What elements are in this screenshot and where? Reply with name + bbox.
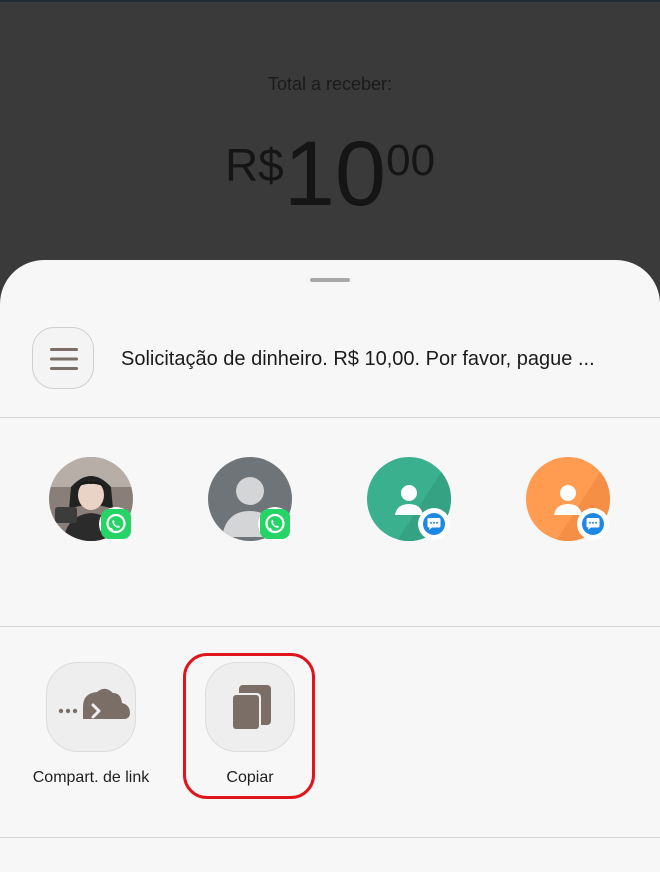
share-sheet: Solicitação de dinheiro. R$ 10,00. Por f… (0, 260, 660, 872)
amount-currency: R$ (224, 139, 284, 191)
divider (0, 626, 660, 627)
text-lines-icon (50, 348, 78, 370)
cloud-link-icon (58, 688, 130, 719)
whatsapp-icon (258, 507, 292, 541)
divider (0, 837, 660, 838)
message-preview-text: Solicitação de dinheiro. R$ 10,00. Por f… (121, 348, 595, 370)
messages-icon (418, 508, 450, 540)
link-share-button[interactable]: Compart. de link (31, 662, 151, 787)
message-preview-icon (32, 327, 94, 389)
contact-2[interactable] (208, 457, 292, 541)
total-amount: R$1000 (0, 128, 660, 220)
contact-1[interactable] (49, 457, 133, 541)
total-label: Total a receber: (267, 74, 393, 94)
amount-decimals: 00 (386, 136, 436, 185)
copy-highlight-outline (183, 653, 315, 799)
link-share-tile[interactable] (46, 662, 136, 752)
divider (0, 417, 660, 418)
amount-integer: 10 (283, 123, 387, 225)
whatsapp-icon (99, 507, 133, 541)
sheet-drag-handle[interactable] (310, 278, 350, 282)
link-share-label: Compart. de link (32, 769, 150, 786)
messages-icon (577, 508, 609, 540)
contact-3[interactable] (367, 457, 451, 541)
contact-4[interactable] (526, 457, 610, 541)
status-strip (0, 0, 660, 2)
